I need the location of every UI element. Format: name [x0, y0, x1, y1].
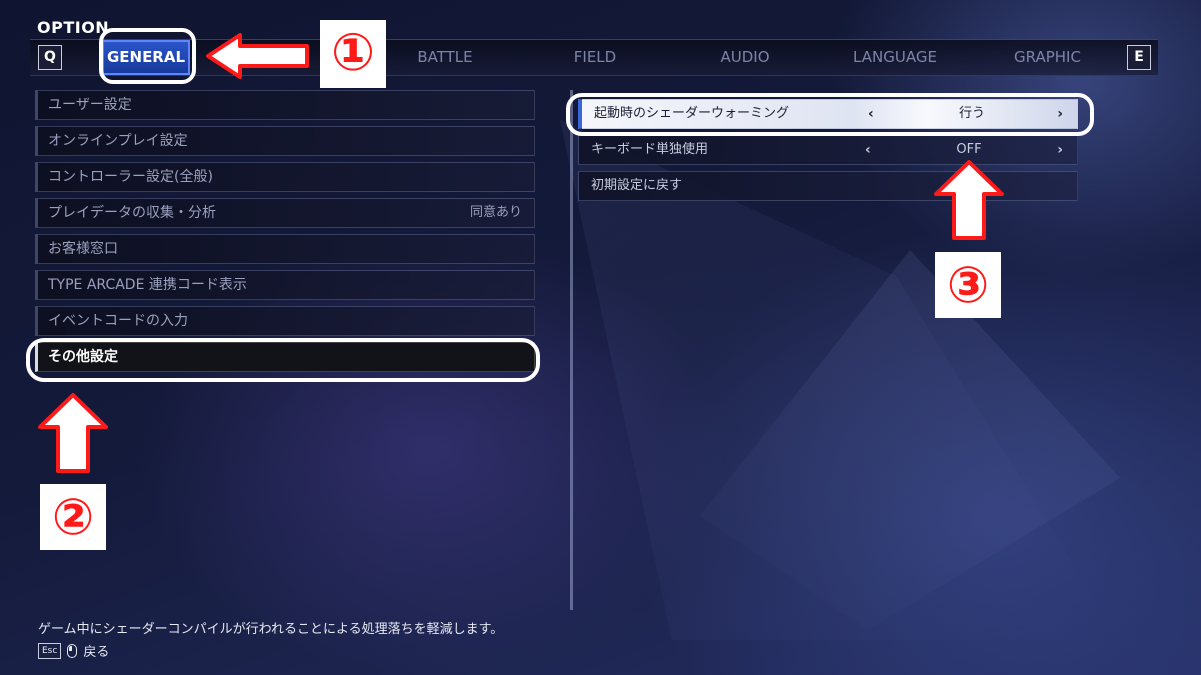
menu-item-event-code[interactable]: イベントコードの入力 — [35, 306, 535, 336]
annotation-arrow-up-icon — [934, 160, 1004, 240]
general-menu-list: ユーザー設定 オンラインプレイ設定 コントローラー設定(全般) プレイデータの収… — [35, 90, 535, 378]
back-label: 戻る — [83, 645, 110, 660]
tab-audio[interactable]: AUDIO — [700, 40, 790, 75]
annotation-number-2: ② — [40, 484, 106, 550]
chevron-left-icon[interactable]: ‹ — [865, 136, 871, 164]
tab-field[interactable]: FIELD — [550, 40, 640, 75]
menu-item-play-data[interactable]: プレイデータの収集・分析 同意あり — [35, 198, 535, 228]
annotation-number-1: ① — [320, 20, 386, 88]
menu-item-controller-settings[interactable]: コントローラー設定(全般) — [35, 162, 535, 192]
chevron-right-icon[interactable]: › — [1057, 136, 1063, 164]
menu-item-label: プレイデータの収集・分析 — [48, 205, 216, 221]
menu-item-customer-support[interactable]: お客様窓口 — [35, 234, 535, 264]
menu-item-value: 同意あり — [469, 205, 522, 220]
setting-label: キーボード単独使用 — [591, 142, 709, 157]
panel-divider — [570, 90, 573, 610]
tab-graphic[interactable]: GRAPHIC — [1000, 40, 1095, 75]
setting-description: ゲーム中にシェーダーコンパイルが行われることによる処理落ちを軽減します。 — [38, 622, 504, 637]
page-title: OPTION — [37, 18, 110, 37]
menu-item-online-settings[interactable]: オンラインプレイ設定 — [35, 126, 535, 156]
menu-item-label: お客様窓口 — [48, 241, 118, 257]
next-tab-key[interactable]: E — [1127, 45, 1151, 70]
menu-item-user-settings[interactable]: ユーザー設定 — [35, 90, 535, 120]
back-hint[interactable]: Esc 戻る — [38, 641, 109, 660]
menu-item-type-arcade-code[interactable]: TYPE ARCADE 連携コード表示 — [35, 270, 535, 300]
prev-tab-key[interactable]: Q — [38, 45, 62, 70]
annotation-arrow-up-icon — [38, 393, 108, 473]
annotation-highlight-tab — [99, 28, 196, 84]
menu-item-label: イベントコードの入力 — [48, 313, 188, 329]
mouse-icon — [67, 643, 78, 658]
annotation-arrow-left-icon — [206, 33, 309, 79]
tab-battle[interactable]: BATTLE — [400, 40, 490, 75]
setting-label: 初期設定に戻す — [591, 178, 683, 193]
annotation-highlight-setting — [566, 93, 1094, 136]
menu-item-label: ユーザー設定 — [48, 97, 132, 113]
menu-item-label: オンラインプレイ設定 — [48, 133, 188, 149]
background-shape — [700, 250, 1120, 630]
menu-item-label: TYPE ARCADE 連携コード表示 — [48, 277, 247, 293]
annotation-number-3: ③ — [935, 252, 1001, 318]
tab-bar: Q GENERAL BATTLE FIELD AUDIO LANGUAGE GR… — [30, 39, 1158, 76]
annotation-highlight-menu-item — [26, 338, 540, 382]
esc-key-icon: Esc — [38, 642, 62, 659]
menu-item-label: コントローラー設定(全般) — [48, 169, 213, 185]
tab-language[interactable]: LANGUAGE — [840, 40, 950, 75]
